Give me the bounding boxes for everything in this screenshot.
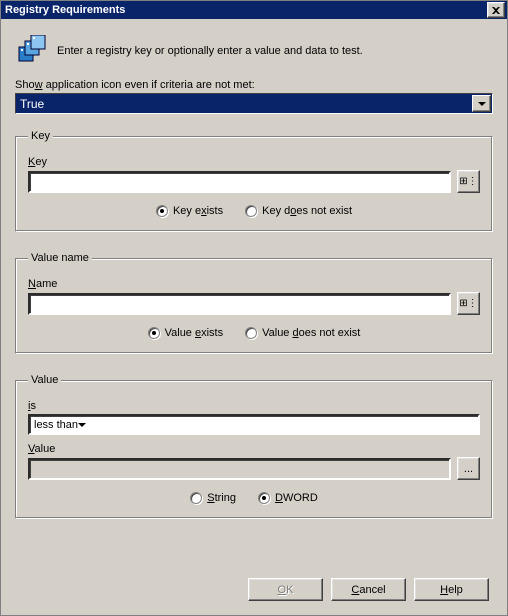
dialog-button-row: OK Cancel Help [248, 578, 489, 601]
value-input[interactable] [28, 458, 451, 480]
radio-icon [148, 327, 160, 339]
value-type-radio-row: String DWORD [28, 492, 480, 504]
show-icon-combo-button[interactable] [472, 95, 491, 112]
intro-row: Enter a registry key or optionally enter… [15, 35, 493, 67]
comparison-combo-button[interactable] [78, 423, 86, 427]
value-browse-button[interactable]: ... [457, 457, 480, 480]
cancel-button[interactable]: Cancel [331, 578, 406, 601]
intro-text: Enter a registry key or optionally enter… [57, 44, 363, 58]
radio-icon [245, 327, 257, 339]
name-label: Name [28, 278, 480, 290]
string-radio[interactable]: String [190, 492, 236, 504]
value-not-exists-radio[interactable]: Value does not exist [245, 327, 360, 339]
value-name-group: Value name Name ⊞⋮ Value exists Value do… [15, 252, 493, 354]
radio-icon [190, 492, 202, 504]
window-title: Registry Requirements [5, 4, 125, 16]
name-browse-button[interactable]: ⊞⋮ [457, 292, 480, 315]
value-group-legend: Value [28, 374, 61, 386]
key-label: Key [28, 156, 480, 168]
value-exists-radio[interactable]: Value exists [148, 327, 224, 339]
ellipsis-icon: ... [464, 463, 473, 475]
registry-icon [15, 35, 47, 67]
key-group: Key Key ⊞⋮ Key exists Key does not exist [15, 130, 493, 232]
show-icon-label: Show application icon even if criteria a… [15, 79, 493, 91]
key-exists-radio[interactable]: Key exists [156, 205, 223, 217]
dialog-window: Registry Requirements Enter a registry k… [0, 0, 508, 616]
key-group-legend: Key [28, 130, 53, 142]
value-name-group-legend: Value name [28, 252, 92, 264]
key-radio-row: Key exists Key does not exist [28, 205, 480, 217]
comparison-combo[interactable]: less than [28, 414, 480, 435]
tree-browse-icon: ⊞⋮ [459, 178, 477, 186]
radio-icon [258, 492, 270, 504]
chevron-down-icon [478, 102, 486, 106]
close-button[interactable] [487, 2, 505, 18]
value-name-radio-row: Value exists Value does not exist [28, 327, 480, 339]
help-button[interactable]: Help [414, 578, 489, 601]
client-area: Enter a registry key or optionally enter… [1, 19, 507, 549]
key-input[interactable] [28, 171, 451, 193]
value-label: Value [28, 443, 480, 455]
show-icon-combo[interactable]: True [15, 93, 493, 114]
ok-button[interactable]: OK [248, 578, 323, 601]
tree-browse-icon: ⊞⋮ [459, 300, 477, 308]
radio-icon [156, 205, 168, 217]
name-input[interactable] [28, 293, 451, 315]
chevron-down-icon [78, 423, 86, 427]
show-icon-value: True [20, 97, 44, 111]
dword-radio[interactable]: DWORD [258, 492, 318, 504]
value-group: Value is less than Value ... [15, 374, 493, 519]
is-label: is [28, 400, 480, 412]
close-icon [492, 7, 500, 14]
radio-icon [245, 205, 257, 217]
key-browse-button[interactable]: ⊞⋮ [457, 170, 480, 193]
comparison-value: less than [34, 419, 78, 431]
titlebar: Registry Requirements [1, 1, 507, 19]
key-not-exists-radio[interactable]: Key does not exist [245, 205, 352, 217]
